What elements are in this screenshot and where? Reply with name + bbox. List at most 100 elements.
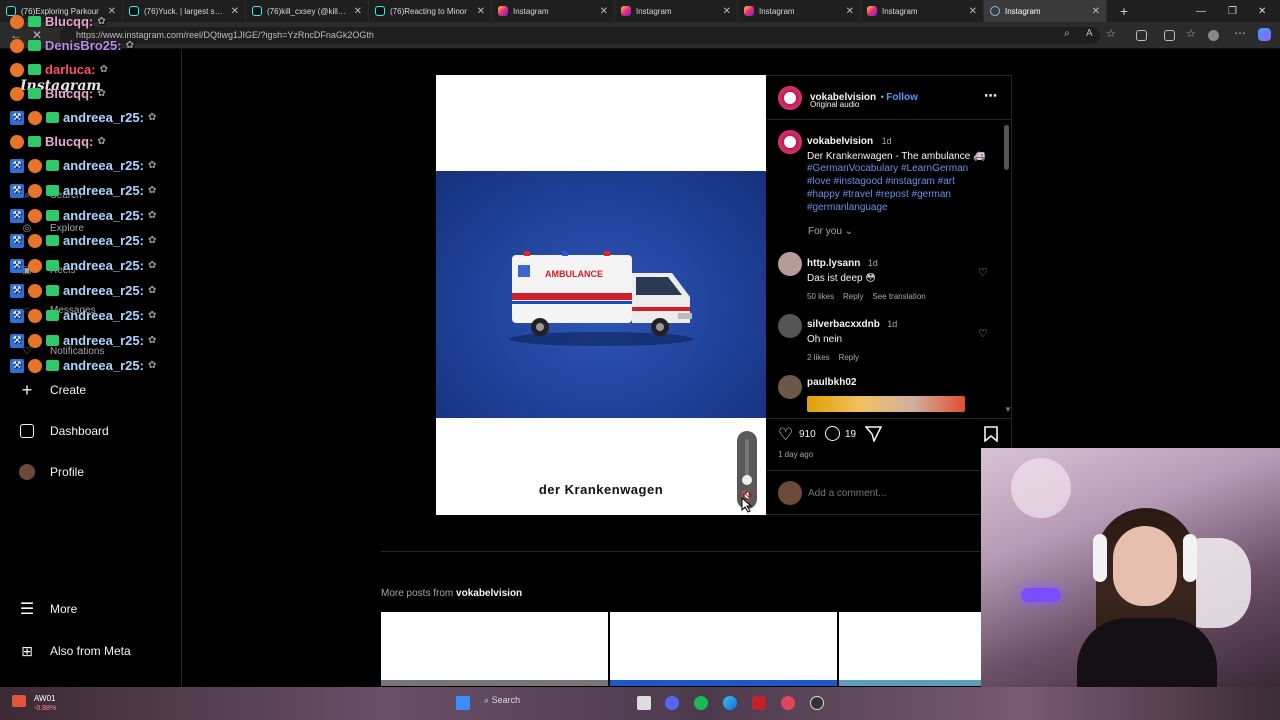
caption-username[interactable]: vokabelvision [807, 136, 873, 147]
like-count[interactable]: 910 [799, 429, 816, 440]
browser-tab[interactable]: Instagram ✕ [492, 0, 615, 22]
tab-title: (76)Yuck. | largest spide [144, 6, 226, 16]
avatar-badge [28, 158, 42, 173]
tab-title: Instagram [882, 6, 918, 16]
comment-item: http.lysann 1d Das ist deep 😳 50 likes R… [807, 253, 926, 301]
scroll-down-arrow-icon[interactable]: ▼ [1004, 405, 1012, 414]
new-tab-icon[interactable]: + [1115, 3, 1133, 19]
comment-icon[interactable] [825, 426, 840, 441]
avatar-badge [28, 110, 42, 125]
nav-create[interactable]: + Create [18, 380, 86, 400]
nav-more[interactable]: ☰ More [18, 600, 78, 618]
audio-label[interactable]: Original audio [810, 100, 859, 109]
browser-tab[interactable]: Instagram ✕ [861, 0, 984, 22]
widget-title[interactable]: AW01 [34, 694, 56, 703]
caption-hashtags[interactable]: #GermanVocabulary #LearnGerman #love #in… [807, 162, 987, 214]
close-tab-icon[interactable]: ✕ [477, 6, 485, 17]
tiktok-icon [375, 6, 385, 16]
more-posts-author[interactable]: vokabelvision [456, 588, 522, 599]
close-tab-icon[interactable]: ✕ [231, 6, 239, 17]
tiktok-icon [129, 6, 139, 16]
minimize-icon[interactable]: — [1196, 0, 1206, 22]
read-aloud-icon[interactable]: A [1086, 28, 1093, 39]
commenter-avatar[interactable] [778, 375, 802, 399]
like-heart-icon[interactable]: ♡ [778, 425, 793, 445]
taskbar-search[interactable]: ⌕ Search [484, 695, 520, 706]
browser-tab-active[interactable]: Instagram ✕ [984, 0, 1107, 22]
favorite-star-icon[interactable]: ☆ [1106, 27, 1116, 40]
close-tab-icon[interactable]: ✕ [354, 6, 362, 17]
browser-tab[interactable]: Instagram ✕ [615, 0, 738, 22]
restore-icon[interactable]: ❐ [1228, 0, 1237, 22]
search-icon: ⌕ [484, 695, 490, 705]
app-icon[interactable] [752, 696, 766, 710]
obs-icon[interactable] [810, 696, 824, 710]
chat-username: andreea_r25: [63, 110, 144, 125]
emote-icon: ✿ [97, 16, 106, 27]
post-thumbnail[interactable] [839, 612, 981, 686]
tab-title: (76)Reacting to Minor [390, 6, 467, 16]
nav-label: Dashboard [50, 424, 109, 438]
close-tab-icon[interactable]: ✕ [723, 6, 731, 17]
caption-avatar[interactable] [778, 130, 802, 154]
browser-tab[interactable]: (76)Reacting to Minor ✕ [369, 0, 492, 22]
comment-username[interactable]: silverbacxxdnb [807, 319, 880, 330]
comment-gif-preview[interactable] [807, 396, 965, 412]
nav-profile[interactable]: Profile [18, 463, 84, 481]
browser-tab[interactable]: (76)Yuck. | largest spide ✕ [123, 0, 246, 22]
close-tab-icon[interactable]: ✕ [969, 6, 977, 17]
copilot-icon[interactable] [1258, 28, 1271, 41]
close-tab-icon[interactable]: ✕ [846, 6, 854, 17]
app-icon[interactable] [781, 696, 795, 710]
comment-reply[interactable]: Reply [839, 353, 859, 362]
see-translation[interactable]: See translation [872, 292, 925, 301]
post-thumbnail[interactable] [610, 612, 837, 686]
edge-icon[interactable] [723, 696, 737, 710]
share-send-icon[interactable] [865, 426, 882, 442]
chat-message: Blucqq: ✿ [10, 86, 106, 101]
profile-avatar-icon[interactable] [1208, 30, 1219, 41]
close-tab-icon[interactable]: ✕ [108, 6, 116, 17]
comments-scrollbar[interactable] [1004, 125, 1009, 170]
author-avatar[interactable] [778, 86, 802, 110]
extension-icon[interactable] [1136, 30, 1147, 41]
comment-username[interactable]: paulbkh02 [807, 377, 856, 388]
browser-tab[interactable]: Instagram ✕ [738, 0, 861, 22]
add-comment-input[interactable] [808, 485, 968, 501]
nav-also-from-meta[interactable]: ⊞ Also from Meta [18, 642, 131, 660]
comment-reply[interactable]: Reply [843, 292, 863, 301]
spotify-icon[interactable] [694, 696, 708, 710]
browser-tab[interactable]: (76)kill_cxsey (@kill_cx ✕ [246, 0, 369, 22]
favorites-icon[interactable]: ☆ [1186, 27, 1196, 40]
divider [767, 470, 981, 471]
volume-knob[interactable] [742, 475, 752, 485]
discord-icon[interactable] [665, 696, 679, 710]
save-bookmark-icon[interactable] [984, 426, 998, 442]
post-options-icon[interactable]: ⋯ [984, 88, 997, 104]
more-menu-icon[interactable]: ⋯ [1234, 26, 1246, 40]
nav-dashboard[interactable]: Dashboard [18, 422, 109, 440]
close-window-icon[interactable]: ✕ [1258, 0, 1266, 22]
comment-sort[interactable]: For you ⌄ [808, 226, 853, 237]
comment-likes[interactable]: 50 likes [807, 292, 834, 301]
comment-count[interactable]: 19 [845, 429, 856, 440]
commenter-avatar[interactable] [778, 252, 802, 276]
gift-badge-icon [46, 235, 59, 246]
zoom-icon[interactable]: ⌕ [1064, 28, 1070, 39]
stock-widget-icon[interactable] [12, 695, 26, 707]
comment-like-heart-icon[interactable]: ♡ [978, 327, 988, 340]
url-field[interactable]: https://www.instagram.com/reel/DQtiwg1JI… [60, 27, 1100, 44]
close-tab-icon[interactable]: ✕ [1092, 6, 1100, 17]
post-thumbnail[interactable] [381, 612, 608, 686]
comment-likes[interactable]: 2 likes [807, 353, 830, 362]
follow-button[interactable]: Follow [886, 92, 918, 103]
close-tab-icon[interactable]: ✕ [600, 6, 608, 17]
commenter-avatar[interactable] [778, 314, 802, 338]
windows-start-icon[interactable] [456, 696, 470, 710]
comment-like-heart-icon[interactable]: ♡ [978, 266, 988, 279]
file-explorer-icon[interactable] [637, 696, 651, 710]
split-screen-icon[interactable] [1164, 30, 1175, 41]
comment-username[interactable]: http.lysann [807, 258, 860, 269]
reel-media[interactable]: AMBULANCE der Krankenwagen [436, 75, 766, 515]
profile-avatar [18, 463, 36, 481]
